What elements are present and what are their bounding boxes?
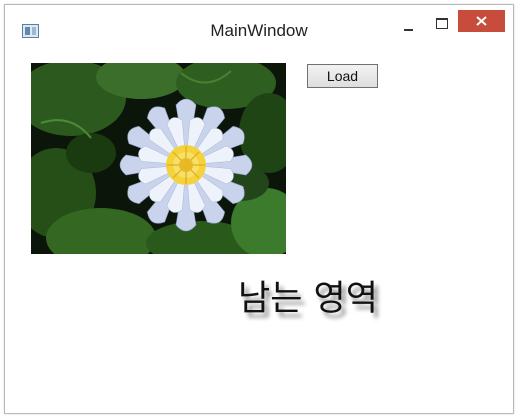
title-bar[interactable]: MainWindow <box>5 5 513 47</box>
load-button[interactable]: Load <box>307 64 378 88</box>
window-content: Load 남는 영역 <box>5 47 513 413</box>
main-window: MainWindow Load 남는 영역 <box>4 4 514 414</box>
water-lily-image <box>31 63 286 254</box>
remaining-area-text: 남는 영역 <box>238 279 378 319</box>
minimize-button[interactable] <box>393 13 423 35</box>
close-button[interactable] <box>458 10 505 32</box>
maximize-button[interactable] <box>426 13 456 35</box>
close-icon <box>476 16 487 26</box>
